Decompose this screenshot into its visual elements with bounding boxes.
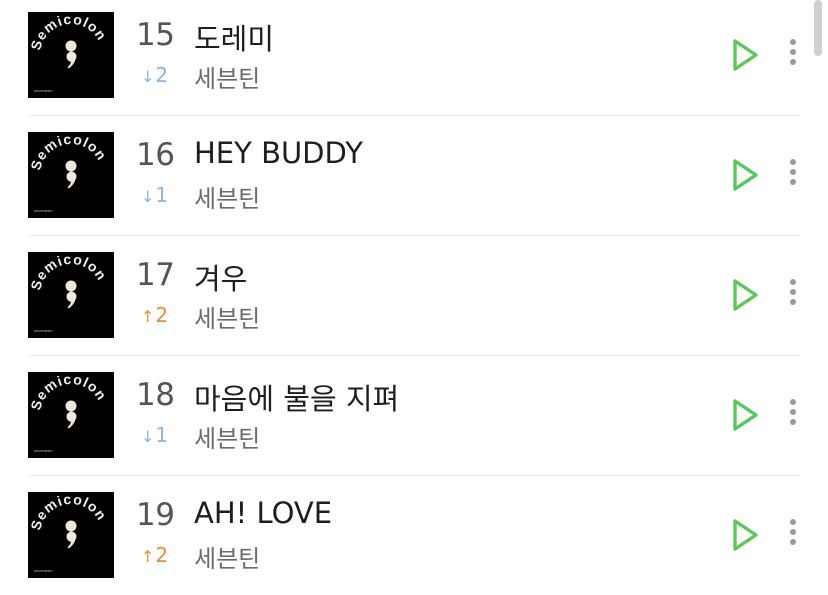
rank-change: ↑2	[141, 303, 168, 327]
more-options-button[interactable]	[782, 397, 804, 433]
cover-art-small-text: seventeen	[34, 88, 52, 93]
song-title[interactable]: AH! LOVE	[194, 496, 332, 530]
rank-change-value: 2	[155, 63, 169, 87]
song-title[interactable]: 도레미	[194, 16, 274, 58]
rank-change-arrow: ↑	[141, 307, 155, 326]
rank-change-value: 1	[155, 423, 169, 447]
rank-number: 19	[136, 497, 175, 533]
rank-change: ↓2	[141, 63, 168, 87]
more-vertical-icon	[790, 159, 796, 185]
album-cover-image[interactable]: Semicolon seventeen	[28, 252, 114, 338]
rank-change-value: 2	[155, 543, 169, 567]
album-cover-image[interactable]: Semicolon seventeen	[28, 12, 114, 98]
play-button[interactable]	[730, 517, 760, 553]
song-title[interactable]: 마음에 불을 지펴	[194, 376, 399, 418]
song-row[interactable]: Semicolon seventeen 17 겨우 ↑2 세븐틴	[0, 235, 828, 356]
more-vertical-icon	[790, 279, 796, 305]
play-icon	[733, 39, 758, 71]
cover-art-small-text: seventeen	[34, 448, 52, 453]
album-cover-image[interactable]: Semicolon seventeen	[28, 492, 114, 578]
song-row[interactable]: Semicolon seventeen 16 HEY BUDDY ↓1 세븐틴	[0, 115, 828, 236]
play-button[interactable]	[730, 37, 760, 73]
rank-change-arrow: ↑	[141, 547, 155, 566]
rank-change-arrow: ↓	[141, 427, 155, 446]
rank-number: 18	[136, 377, 175, 413]
play-icon	[733, 279, 758, 311]
song-row[interactable]: Semicolon seventeen 19 AH! LOVE ↑2 세븐틴	[0, 475, 828, 595]
more-options-button[interactable]	[782, 517, 804, 553]
cover-art-small-text: seventeen	[34, 568, 52, 573]
rank-number: 16	[136, 137, 175, 173]
artist-name[interactable]: 세븐틴	[194, 179, 260, 214]
more-vertical-icon	[790, 399, 796, 425]
rank-change: ↓1	[141, 183, 168, 207]
more-vertical-icon	[790, 519, 796, 545]
play-icon	[733, 519, 758, 551]
play-icon	[733, 399, 758, 431]
artist-name[interactable]: 세븐틴	[194, 419, 260, 454]
artist-name[interactable]: 세븐틴	[194, 539, 260, 574]
song-row[interactable]: Semicolon seventeen 18 마음에 불을 지펴 ↓1 세븐틴	[0, 355, 828, 476]
rank-change-arrow: ↓	[141, 187, 155, 206]
song-title[interactable]: 겨우	[194, 256, 247, 298]
more-options-button[interactable]	[782, 157, 804, 193]
more-vertical-icon	[790, 39, 796, 65]
play-icon	[733, 159, 758, 191]
cover-art-small-text: seventeen	[34, 208, 52, 213]
play-button[interactable]	[730, 277, 760, 313]
song-row[interactable]: Semicolon seventeen 15 도레미 ↓2 세븐틴	[0, 0, 828, 116]
rank-change-value: 1	[155, 183, 169, 207]
more-options-button[interactable]	[782, 277, 804, 313]
rank-number: 15	[136, 17, 175, 53]
rank-change: ↓1	[141, 423, 168, 447]
album-cover-image[interactable]: Semicolon seventeen	[28, 132, 114, 218]
play-button[interactable]	[730, 157, 760, 193]
artist-name[interactable]: 세븐틴	[194, 299, 260, 334]
song-title[interactable]: HEY BUDDY	[194, 136, 363, 170]
rank-change-value: 2	[155, 303, 169, 327]
play-button[interactable]	[730, 397, 760, 433]
more-options-button[interactable]	[782, 37, 804, 73]
rank-change: ↑2	[141, 543, 168, 567]
artist-name[interactable]: 세븐틴	[194, 59, 260, 94]
album-cover-image[interactable]: Semicolon seventeen	[28, 372, 114, 458]
rank-number: 17	[136, 257, 175, 293]
cover-art-small-text: seventeen	[34, 328, 52, 333]
rank-change-arrow: ↓	[141, 67, 155, 86]
